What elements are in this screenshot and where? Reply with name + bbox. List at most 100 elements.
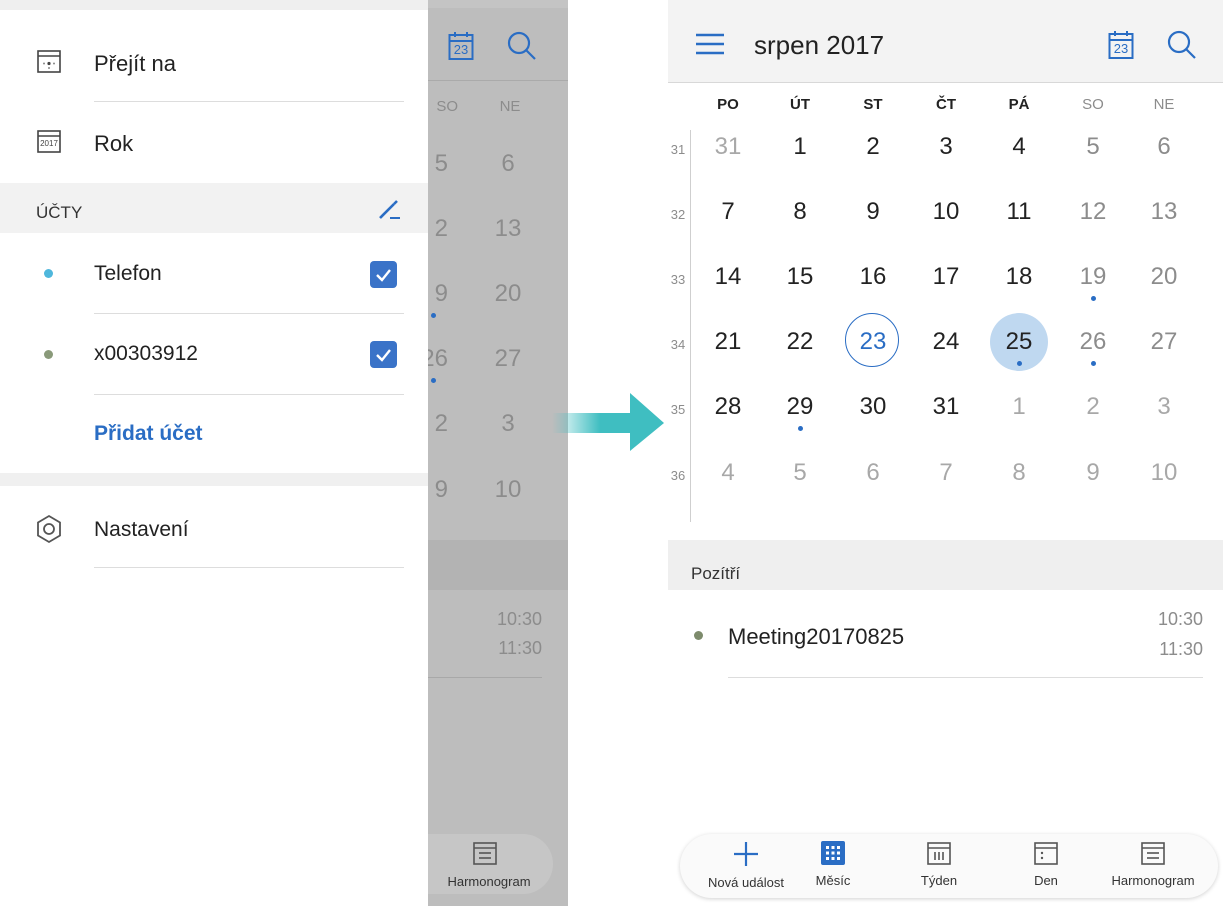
left-screen: 23 SO NE 5 6 2 13 9 20 26 27 2 3 9 10 10:30 11:30 H…: [0, 0, 568, 906]
account-row-x00303912[interactable]: x00303912: [0, 320, 428, 390]
event-indicator-dot: [1091, 361, 1096, 366]
edit-pencil-icon[interactable]: [376, 196, 402, 227]
tab-label: Harmonogram: [1111, 873, 1195, 888]
account-color-dot: [44, 269, 53, 278]
day-cell[interactable]: 26: [1065, 328, 1121, 356]
tab-day[interactable]: Den: [1011, 840, 1081, 896]
account-row-telefon[interactable]: Telefon: [0, 240, 428, 310]
search-icon[interactable]: [506, 30, 538, 67]
day-cell[interactable]: 1: [772, 133, 828, 161]
account-checkbox[interactable]: [370, 261, 397, 288]
agenda-header: [428, 540, 568, 590]
dimmed-day: 3: [501, 410, 515, 437]
day-cell[interactable]: 15: [772, 263, 828, 291]
dimmed-day: 10: [494, 476, 522, 503]
drawer-item-year[interactable]: 2017 Rok: [0, 110, 428, 178]
agenda-section-header: Pozítří: [668, 540, 1223, 590]
status-strip: [428, 0, 568, 8]
day-cell[interactable]: 12: [1065, 198, 1121, 226]
month-title[interactable]: srpen 2017: [754, 30, 884, 61]
day-cell[interactable]: 3: [918, 133, 974, 161]
day-cell[interactable]: 5: [1065, 133, 1121, 161]
day-cell[interactable]: 17: [918, 263, 974, 291]
day-cell[interactable]: 9: [1065, 459, 1121, 487]
day-cell[interactable]: 6: [1136, 133, 1192, 161]
week-number: 34: [670, 337, 686, 352]
day-cell[interactable]: 28: [700, 393, 756, 421]
day-cell[interactable]: 29: [772, 393, 828, 421]
divider: [94, 394, 404, 395]
day-cell[interactable]: 31: [918, 393, 974, 421]
tab-agenda[interactable]: Harmonogram: [1098, 840, 1208, 896]
day-cell[interactable]: 1: [991, 393, 1047, 421]
day-cell[interactable]: 20: [1136, 263, 1192, 291]
day-cell[interactable]: 7: [918, 459, 974, 487]
day-cell[interactable]: 8: [991, 459, 1047, 487]
day-cell[interactable]: 25: [991, 328, 1047, 356]
month-grid: PO ÚT ST ČT PÁ SO NE 31 31 1 2 3 4 5 6 32 7 8 9 10 11 12 13 33…: [668, 83, 1223, 540]
calendar-year-icon: 2017: [36, 128, 62, 159]
day-cell[interactable]: 8: [772, 198, 828, 226]
day-cell[interactable]: 11: [991, 198, 1047, 226]
day-cell[interactable]: 10: [1136, 459, 1192, 487]
day-cell[interactable]: 21: [700, 328, 756, 356]
account-label: x00303912: [94, 342, 198, 365]
drawer-item-settings[interactable]: Nastavení: [0, 495, 428, 563]
day-cell[interactable]: 30: [845, 393, 901, 421]
day-cell[interactable]: 18: [991, 263, 1047, 291]
search-icon[interactable]: [1166, 29, 1198, 66]
event-indicator-dot: [1017, 361, 1022, 366]
accounts-section-header: ÚČTY: [0, 183, 428, 233]
event-start-time: 10:30: [496, 609, 542, 629]
bottom-navigation: Nová událost Měsíc Týden Den Harmonogram: [680, 834, 1218, 898]
today-calendar-icon[interactable]: 23: [1108, 30, 1134, 65]
weekday-label: SO: [1082, 96, 1104, 113]
day-cell[interactable]: 3: [1136, 393, 1192, 421]
account-color-dot: [44, 350, 53, 359]
divider: [428, 80, 568, 81]
status-strip: [0, 0, 428, 10]
day-cell[interactable]: 19: [1065, 263, 1121, 291]
day-cell[interactable]: 2: [845, 133, 901, 161]
tab-new-event[interactable]: Nová událost: [696, 840, 796, 896]
day-cell[interactable]: 23: [845, 328, 901, 356]
weekday-label: NE: [1153, 96, 1175, 113]
day-view-icon: [1034, 842, 1058, 865]
event-indicator-dot: [431, 378, 436, 383]
day-cell[interactable]: 14: [700, 263, 756, 291]
tab-harmonogram-label: Harmonogram: [447, 874, 531, 889]
tab-label: Nová událost: [708, 875, 784, 890]
day-cell[interactable]: 4: [991, 133, 1047, 161]
year-icon-text: 2017: [40, 139, 58, 148]
gear-icon: [34, 514, 64, 549]
day-cell[interactable]: 5: [772, 459, 828, 487]
day-cell[interactable]: 6: [845, 459, 901, 487]
dimmed-day: 20: [494, 280, 522, 307]
day-cell[interactable]: 16: [845, 263, 901, 291]
tab-label: Den: [1034, 873, 1058, 888]
day-cell[interactable]: 4: [700, 459, 756, 487]
day-cell[interactable]: 13: [1136, 198, 1192, 226]
agenda-event-row[interactable]: Meeting20170825 10:30 11:30: [668, 604, 1223, 674]
app-header: srpen 2017 23: [668, 0, 1223, 82]
day-cell[interactable]: 2: [1065, 393, 1121, 421]
week-number: 36: [670, 468, 686, 483]
menu-icon[interactable]: [696, 33, 724, 60]
day-cell[interactable]: 22: [772, 328, 828, 356]
tab-month[interactable]: Měsíc: [798, 840, 868, 896]
day-cell[interactable]: 24: [918, 328, 974, 356]
agenda-list-icon: [472, 840, 498, 871]
day-cell[interactable]: 27: [1136, 328, 1192, 356]
account-checkbox[interactable]: [370, 341, 397, 368]
day-cell[interactable]: 9: [845, 198, 901, 226]
tab-label: Týden: [920, 873, 958, 888]
weekday-ne: NE: [499, 98, 521, 115]
tab-week[interactable]: Týden: [904, 840, 974, 896]
day-cell[interactable]: 31: [700, 133, 756, 161]
day-cell[interactable]: 7: [700, 198, 756, 226]
drawer-item-goto[interactable]: Přejít na: [0, 30, 428, 98]
day-cell[interactable]: 10: [918, 198, 974, 226]
add-account-link[interactable]: Přidat účet: [94, 422, 203, 446]
month-calendar-screen: srpen 2017 23 PO ÚT ST ČT PÁ SO NE 31 31 1 2 3 4 5 6 3…: [668, 0, 1223, 906]
event-indicator-dot: [798, 426, 803, 431]
